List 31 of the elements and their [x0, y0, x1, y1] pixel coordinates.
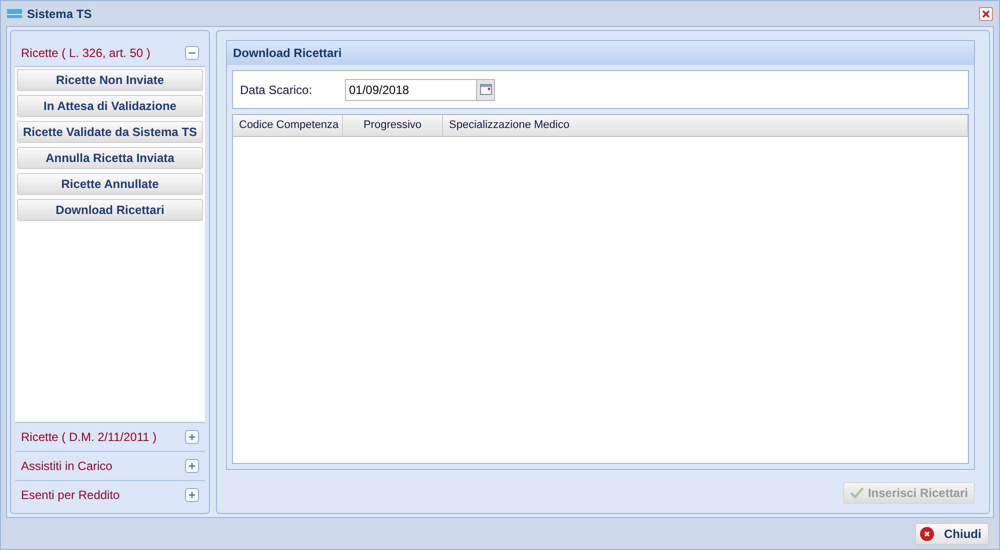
nav-button[interactable]: Download Ricettari — [17, 199, 203, 221]
plus-icon — [188, 491, 196, 499]
expand-button[interactable] — [185, 488, 199, 502]
field-label: Data Scarico: — [240, 82, 314, 98]
plus-icon — [188, 462, 196, 470]
column-header[interactable]: Progressivo — [343, 115, 443, 136]
expand-button[interactable] — [185, 430, 199, 444]
section-title[interactable]: Ricette ( D.M. 2/11/2011 ) — [21, 428, 157, 446]
close-circle-icon — [920, 526, 934, 540]
checkmark-icon — [850, 487, 864, 499]
collapse-button[interactable] — [185, 46, 199, 60]
close-dialog-button[interactable]: Chiudi — [915, 522, 989, 544]
column-header[interactable]: Specializzazione Medico — [443, 115, 968, 136]
calendar-icon[interactable] — [477, 78, 495, 100]
panel-header: Download Ricettari — [227, 41, 974, 65]
close-button[interactable] — [979, 6, 993, 20]
window-icon — [7, 9, 22, 18]
window-title: Sistema TS — [27, 6, 92, 22]
section-title[interactable]: Esenti per Reddito — [21, 486, 120, 504]
plus-icon — [188, 433, 196, 441]
section-title[interactable]: Assistiti in Carico — [21, 457, 112, 475]
nav-button[interactable]: Ricette Validate da Sistema TS — [17, 121, 203, 143]
column-header[interactable]: Codice Competenza — [233, 115, 343, 136]
section-title[interactable]: Ricette ( L. 326, art. 50 ) — [21, 44, 150, 62]
date-field[interactable]: 01/09/2018 — [345, 78, 477, 100]
nav-button[interactable]: Annulla Ricetta Inviata — [17, 147, 203, 169]
nav-button[interactable]: Ricette Annullate — [17, 173, 203, 195]
close-icon — [981, 8, 991, 18]
nav-button[interactable]: In Attesa di Validazione — [17, 95, 203, 117]
expand-button[interactable] — [185, 459, 199, 473]
nav-button[interactable]: Ricette Non Inviate — [17, 69, 203, 91]
